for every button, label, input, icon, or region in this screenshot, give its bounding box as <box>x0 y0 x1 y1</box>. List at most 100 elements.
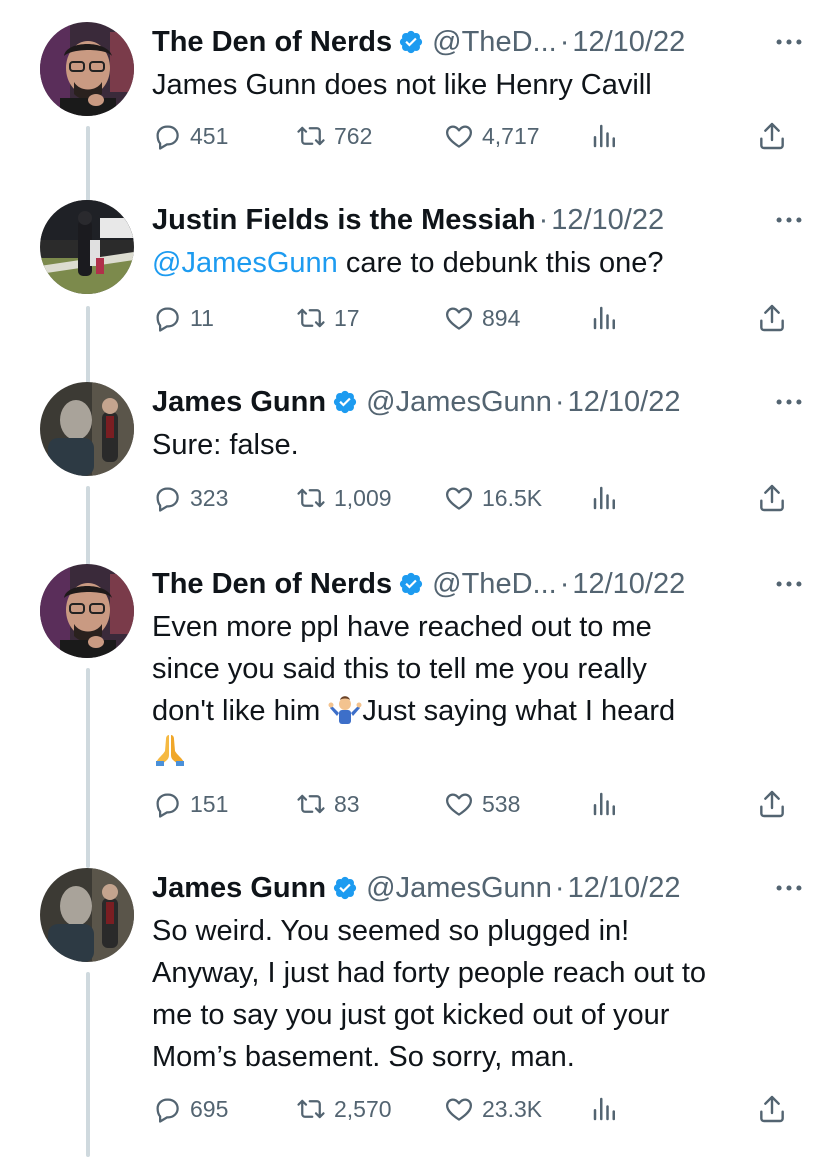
share-icon[interactable] <box>756 788 788 820</box>
more-options-icon[interactable] <box>772 868 806 908</box>
more-options-icon[interactable] <box>772 200 806 240</box>
tweet-text-line: So weird. You seemed so plugged in! <box>152 915 630 947</box>
share-icon[interactable] <box>756 302 788 334</box>
like-count: 894 <box>482 304 521 331</box>
tweet-text-line: Mom’s basement. So sorry, man. <box>152 1041 575 1073</box>
retweet-icon <box>296 121 326 151</box>
tweet-text: So weird. You seemed so plugged in! Anyw… <box>152 910 806 1078</box>
retweet-button[interactable]: 83 <box>296 784 360 824</box>
retweet-button[interactable]: 17 <box>296 298 360 338</box>
more-options-icon[interactable] <box>772 564 806 604</box>
reply-count: 151 <box>190 790 229 817</box>
tweet-content: James Gunn @JamesGunn · 12/10/22 Sure: fal… <box>152 382 806 466</box>
reply-icon <box>152 303 182 333</box>
tweet-date[interactable]: 12/10/22 <box>568 872 681 904</box>
reply-button[interactable]: 451 <box>152 116 228 156</box>
user-handle[interactable]: @TheD... <box>432 568 557 600</box>
tweet-text-line: since you said this to tell me you reall… <box>152 653 647 685</box>
display-name[interactable]: The Den of Nerds <box>152 568 392 600</box>
views-icon <box>590 483 620 513</box>
views-button[interactable] <box>590 298 628 338</box>
reply-button[interactable]: 323 <box>152 478 228 518</box>
user-handle[interactable]: @JamesGunn <box>366 872 552 904</box>
share-icon[interactable] <box>756 1093 788 1125</box>
retweet-count: 1,009 <box>334 484 392 511</box>
tweet-text-line: don't like him Just saying what I heard <box>152 690 806 732</box>
reply-button[interactable]: 695 <box>152 1089 228 1129</box>
views-icon <box>590 121 620 151</box>
avatar[interactable] <box>40 382 134 476</box>
reply-button[interactable]: 11 <box>152 298 214 338</box>
tweet[interactable]: The Den of Nerds @TheD... · 12/10/22 Even … <box>0 564 828 804</box>
tweet-text-line: me to say you just got kicked out of you… <box>152 999 670 1031</box>
display-name[interactable]: James Gunn <box>152 872 326 904</box>
tweet-header: Justin Fields is the Messiah · 12/10/22 <box>152 200 806 240</box>
retweet-button[interactable]: 1,009 <box>296 478 392 518</box>
user-handle[interactable]: @TheD... <box>432 26 557 58</box>
views-button[interactable] <box>590 784 628 824</box>
like-icon <box>444 1094 474 1124</box>
more-options-icon[interactable] <box>772 382 806 422</box>
like-button[interactable]: 16.5K <box>444 478 542 518</box>
avatar[interactable] <box>40 868 134 962</box>
verified-icon <box>332 389 358 415</box>
retweet-button[interactable]: 2,570 <box>296 1089 392 1129</box>
avatar[interactable] <box>40 22 134 116</box>
justin-fields-avatar-icon <box>40 200 134 294</box>
retweet-count: 17 <box>334 304 360 331</box>
display-name[interactable]: James Gunn <box>152 386 326 418</box>
like-count: 538 <box>482 790 521 817</box>
tweet-text: Even more ppl have reached out to me sin… <box>152 606 806 774</box>
retweet-icon <box>296 1094 326 1124</box>
folded-hands-emoji-icon <box>156 735 184 766</box>
share-icon[interactable] <box>756 120 788 152</box>
tweet-actions: 151 83 538 <box>152 784 788 824</box>
mention-link[interactable]: @JamesGunn <box>152 247 338 279</box>
like-icon <box>444 789 474 819</box>
tweet-date[interactable]: 12/10/22 <box>572 568 685 600</box>
like-button[interactable]: 23.3K <box>444 1089 542 1129</box>
separator: · <box>554 872 565 904</box>
retweet-button[interactable]: 762 <box>296 116 372 156</box>
tweet-date[interactable]: 12/10/22 <box>572 26 685 58</box>
user-handle[interactable]: @JamesGunn <box>366 386 552 418</box>
views-button[interactable] <box>590 116 628 156</box>
share-icon[interactable] <box>756 482 788 514</box>
views-button[interactable] <box>590 478 628 518</box>
tweet-text-segment: don't like him <box>152 695 329 727</box>
reply-button[interactable]: 151 <box>152 784 228 824</box>
tweet-text-body: care to debunk this one? <box>337 247 664 279</box>
james-gunn-avatar-icon <box>40 868 134 962</box>
like-count: 16.5K <box>482 484 543 511</box>
display-name[interactable]: The Den of Nerds <box>152 26 392 58</box>
avatar[interactable] <box>40 200 134 294</box>
person-shrugging-emoji-icon <box>328 696 362 724</box>
like-button[interactable]: 4,717 <box>444 116 540 156</box>
tweet-content: Justin Fields is the Messiah · 12/10/22 @J… <box>152 200 806 284</box>
tweet-header: James Gunn @JamesGunn · 12/10/22 <box>152 382 806 422</box>
like-icon <box>444 303 474 333</box>
views-button[interactable] <box>590 1089 628 1129</box>
retweet-count: 2,570 <box>334 1095 392 1122</box>
den-of-nerds-avatar-icon <box>40 564 134 658</box>
tweet-date[interactable]: 12/10/22 <box>568 386 681 418</box>
avatar[interactable] <box>40 564 134 658</box>
like-button[interactable]: 538 <box>444 784 520 824</box>
display-name[interactable]: Justin Fields is the Messiah <box>152 204 536 236</box>
den-of-nerds-avatar-icon <box>40 22 134 116</box>
more-options-icon[interactable] <box>772 22 806 62</box>
separator: · <box>538 204 549 236</box>
reply-icon <box>152 1094 182 1124</box>
tweet-text-segment: Just saying what I heard <box>362 695 676 727</box>
separator: · <box>559 26 570 58</box>
retweet-count: 762 <box>334 122 373 149</box>
tweet-text: James Gunn does not like Henry Cavill <box>152 69 652 101</box>
tweet-date[interactable]: 12/10/22 <box>551 204 664 236</box>
like-button[interactable]: 894 <box>444 298 520 338</box>
tweet[interactable]: James Gunn @JamesGunn · 12/10/22 So weird.… <box>0 868 828 1088</box>
verified-icon <box>398 571 424 597</box>
tweet-text: @JamesGunn care to debunk this one? <box>152 242 806 284</box>
like-count: 23.3K <box>482 1095 543 1122</box>
tweet-actions: 11 17 894 <box>152 298 788 338</box>
retweet-count: 83 <box>334 790 360 817</box>
